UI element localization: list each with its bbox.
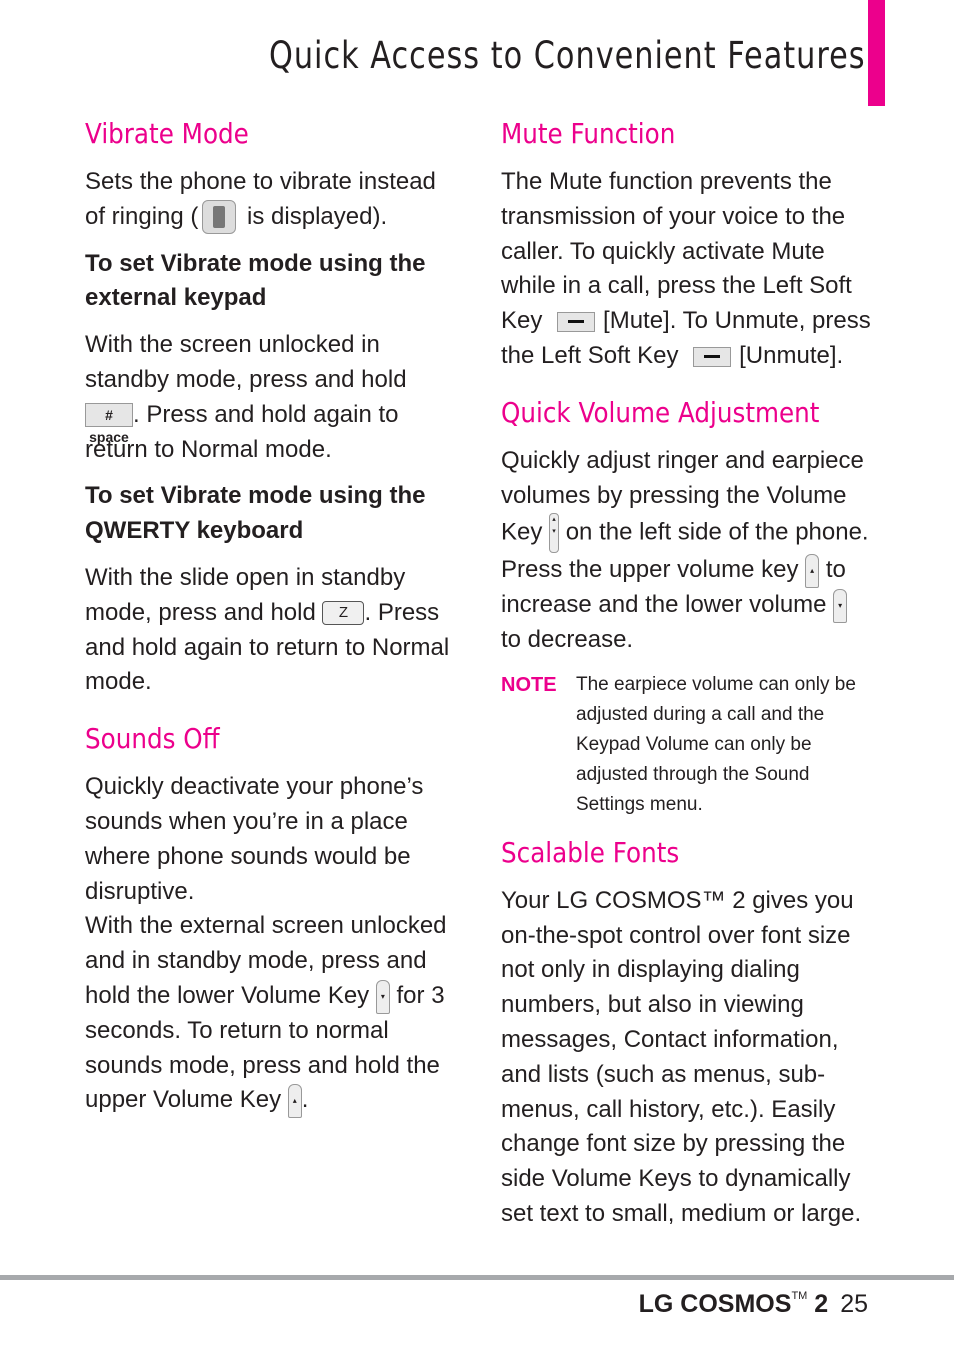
volume-instructions: Quickly adjust ringer and earpiece volum… xyxy=(501,446,869,653)
volume-up-key-icon: ▴ xyxy=(805,554,820,589)
subheading-qwerty-keyboard: To set Vibrate mode using the QWERTY key… xyxy=(85,482,426,545)
heading-mute-function: Mute Function xyxy=(501,117,676,150)
heading-quick-volume-adjustment: Quick Volume Adjustment xyxy=(501,395,820,429)
heading-scalable-fonts: Scalable Fonts xyxy=(501,835,680,869)
footer-brand: LG COSMOSTM 2 xyxy=(638,1290,829,1318)
heading-vibrate-mode: Vibrate Mode xyxy=(85,117,249,150)
left-column: Vibrate Mode Sets the phone to vibrate i… xyxy=(85,115,457,1130)
volume-down-key-icon: ▾ xyxy=(833,588,848,623)
volume-up-key-icon: ▴ xyxy=(287,1083,302,1118)
hash-space-key-icon: # space xyxy=(85,403,133,445)
z-vibrate-key-icon: Z xyxy=(322,601,365,626)
scalable-fonts-text: Your LG COSMOS™ 2 gives you on-the-spot … xyxy=(501,886,862,1227)
vibrate-qwerty-instructions: With the slide open in standby mode, pre… xyxy=(85,563,450,696)
note-text: The earpiece volume can only be adjusted… xyxy=(576,673,856,815)
section-tab-marker xyxy=(868,0,885,106)
vibrate-intro: Sets the phone to vibrate instead of rin… xyxy=(85,165,457,235)
sounds-off-intro: Quickly deactivate your phone’s sounds w… xyxy=(85,773,424,905)
vibrate-icon xyxy=(202,200,237,235)
page-title: Quick Access to Convenient Features xyxy=(269,34,866,77)
left-soft-key-icon xyxy=(557,311,596,332)
mute-instructions: The Mute function prevents the transmiss… xyxy=(501,168,871,369)
footer-divider xyxy=(0,1275,954,1280)
vibrate-external-instructions: With the screen unlocked in standby mode… xyxy=(85,331,407,463)
subheading-external-keypad: To set Vibrate mode using the external k… xyxy=(85,249,426,312)
right-column: Mute Function The Mute function prevents… xyxy=(501,115,873,1244)
sounds-off-instructions: With the external screen unlocked and in… xyxy=(85,909,457,1118)
volume-key-icon: ▴ ▾ xyxy=(549,513,560,554)
note-label: NOTE xyxy=(501,673,557,696)
left-soft-key-icon xyxy=(693,346,732,367)
footer: LG COSMOSTM 2 25 xyxy=(639,1290,868,1319)
note-block: NOTE The earpiece volume can only be adj… xyxy=(501,670,873,820)
page-number: 25 xyxy=(840,1290,868,1318)
heading-sounds-off: Sounds Off xyxy=(85,722,220,756)
volume-down-key-icon: ▾ xyxy=(375,979,390,1014)
